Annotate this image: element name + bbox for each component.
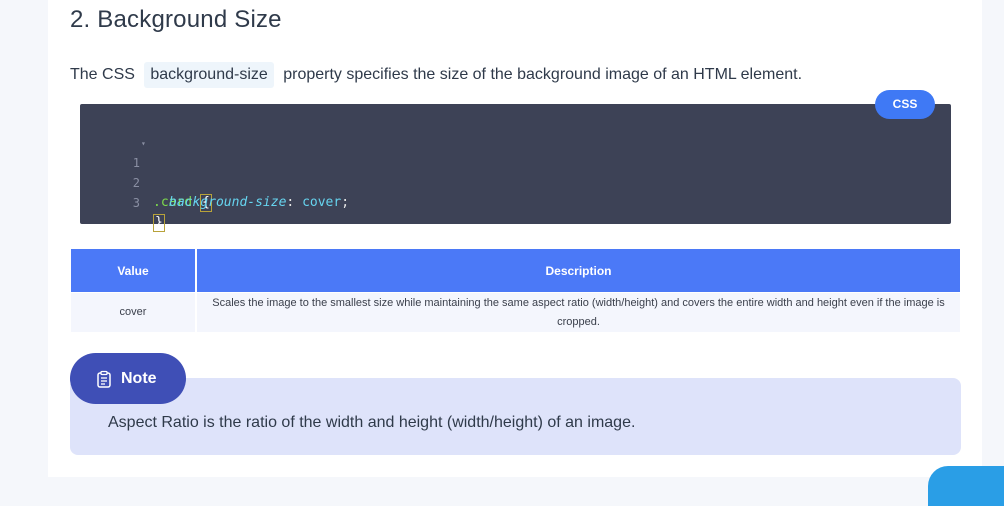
css-property: background-size bbox=[169, 195, 287, 210]
css-colon: : bbox=[286, 195, 303, 210]
intro-prefix: The CSS bbox=[70, 66, 135, 83]
cell-value: cover bbox=[71, 293, 197, 332]
css-semicolon: ; bbox=[341, 195, 350, 210]
section-title: 2. Background Size bbox=[70, 6, 282, 33]
inline-code: background-size bbox=[144, 62, 274, 88]
header-value: Value bbox=[71, 249, 197, 292]
code-text: } bbox=[153, 213, 165, 233]
header-description: Description bbox=[197, 249, 960, 292]
line-number: 3 bbox=[132, 196, 140, 210]
table-header-row: Value Description bbox=[71, 249, 960, 292]
code-block[interactable]: 1 ▾ .card { 2 background-size: cover; 3 … bbox=[80, 104, 951, 232]
clipboard-icon bbox=[97, 370, 111, 388]
code-line-1: 1 ▾ .card { bbox=[80, 133, 951, 212]
language-badge[interactable]: CSS bbox=[875, 90, 935, 119]
intro-paragraph: The CSS background-size property specifi… bbox=[70, 62, 802, 88]
note-text: Aspect Ratio is the ratio of the width a… bbox=[108, 414, 636, 431]
floating-action-button[interactable] bbox=[928, 466, 1004, 506]
close-brace: } bbox=[153, 214, 165, 232]
code-line-2: 2 background-size: cover; bbox=[80, 153, 951, 210]
property-values-table: Value Description cover Scales the image… bbox=[71, 249, 960, 332]
note-label: Note bbox=[121, 369, 157, 387]
table-row: cover Scales the image to the smallest s… bbox=[71, 293, 960, 332]
note-badge: Note bbox=[70, 353, 186, 404]
code-text: background-size: cover; bbox=[169, 193, 349, 213]
intro-suffix: property specifies the size of the backg… bbox=[283, 66, 803, 83]
code-lines: 1 ▾ .card { 2 background-size: cover; 3 … bbox=[80, 133, 951, 232]
code-line-3: 3 } bbox=[80, 173, 951, 232]
fold-arrow-icon[interactable]: ▾ bbox=[141, 134, 146, 154]
cell-description: Scales the image to the smallest size wh… bbox=[197, 293, 960, 332]
css-value: cover bbox=[302, 195, 342, 210]
